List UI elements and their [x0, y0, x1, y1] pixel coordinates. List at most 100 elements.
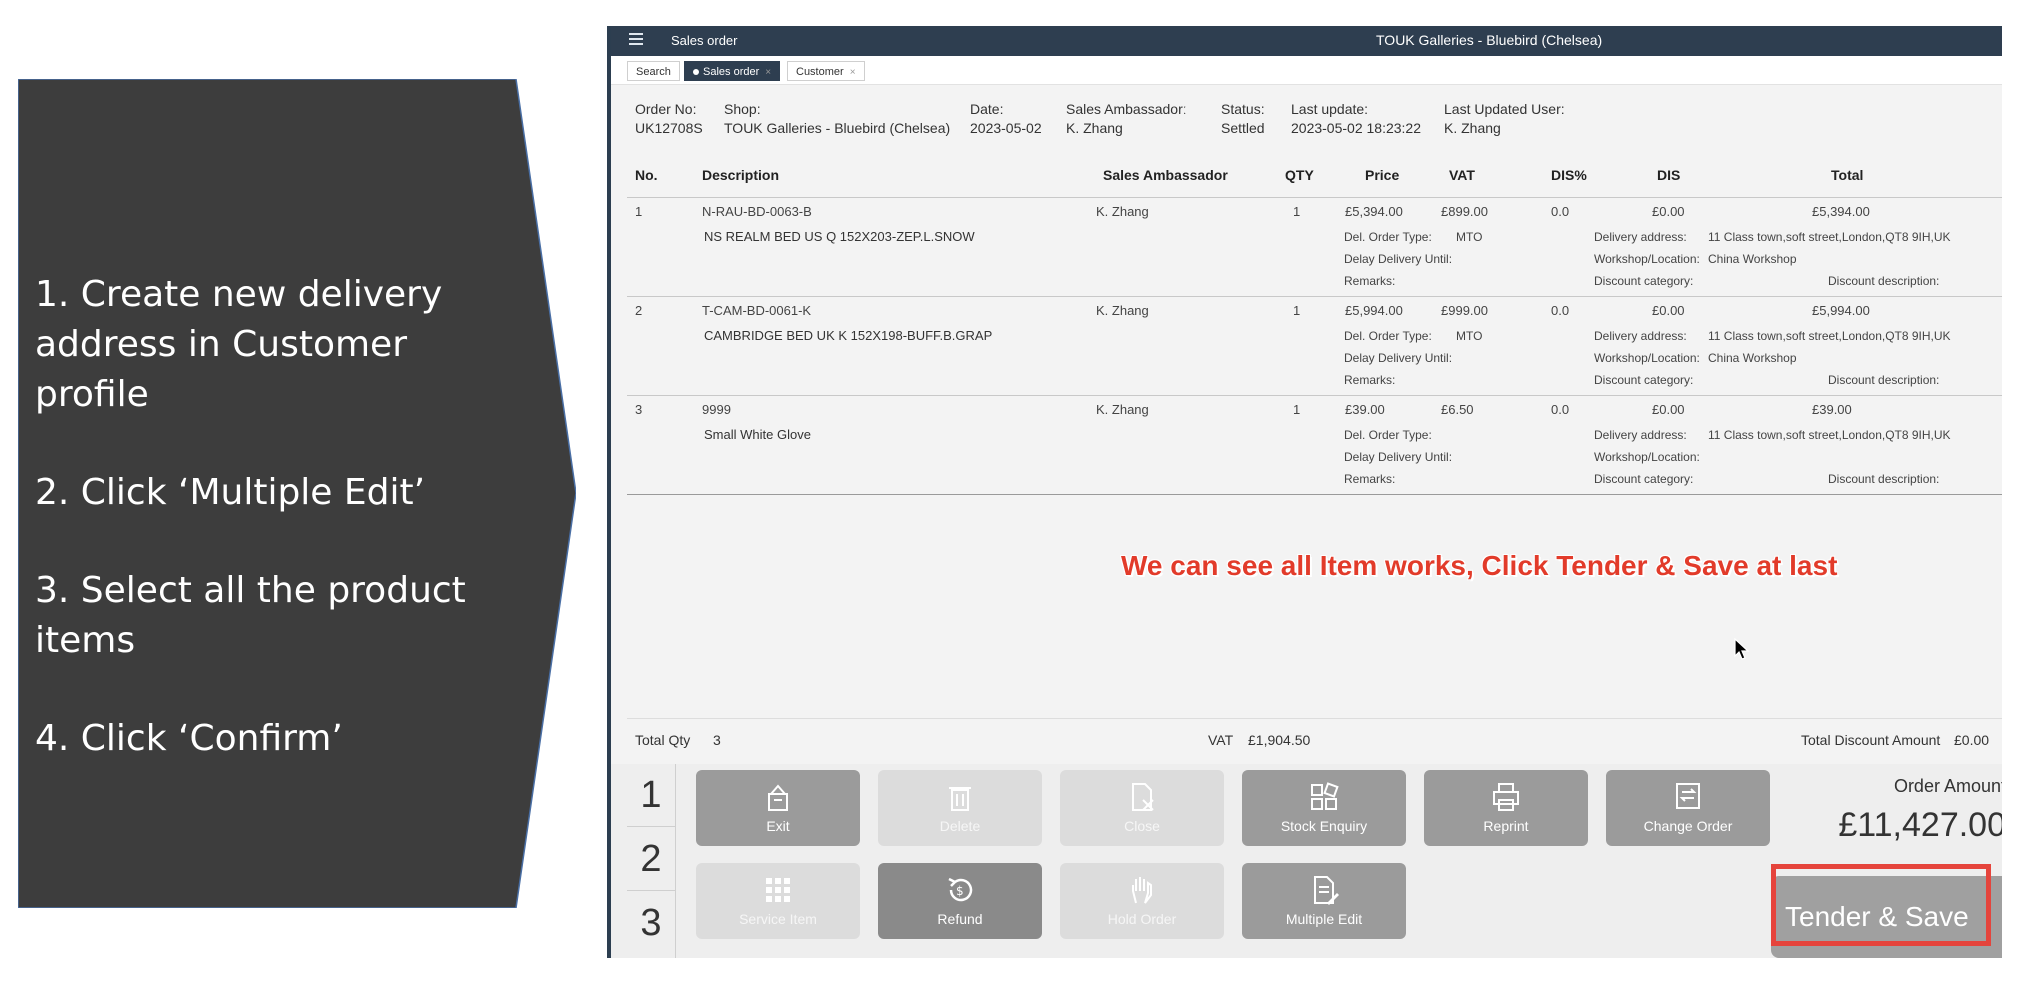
address-label: Delivery address: [1594, 329, 1687, 343]
discount-description-label: Discount description: [1828, 274, 1940, 288]
status-value: Settled [1221, 120, 1265, 136]
item-no: 3 [635, 402, 643, 417]
stock-enquiry-button[interactable]: Stock Enquiry [1242, 770, 1406, 846]
printer-icon [1493, 783, 1519, 811]
item-price: £5,994.00 [1345, 303, 1403, 318]
col-total: Total [1831, 167, 1864, 183]
address-label: Delivery address: [1594, 230, 1687, 244]
address-value: 11 Class town,soft street,London,QT8 9IH… [1708, 329, 1951, 343]
button-label: Hold Order [1107, 911, 1177, 927]
hold-order-button[interactable]: Hold Order [1060, 863, 1224, 939]
menu-icon[interactable] [629, 33, 643, 47]
tab-customer-label: Customer [796, 66, 844, 78]
multiple-edit-button[interactable]: Multiple Edit [1242, 863, 1406, 939]
button-label: Stock Enquiry [1280, 818, 1368, 834]
workshop-value: China Workshop [1708, 351, 1797, 365]
del-type-label: Del. Order Type: [1344, 428, 1432, 442]
close-icon[interactable]: × [765, 67, 771, 78]
last-user-label: Last Updated User: [1444, 101, 1565, 117]
row-divider [627, 494, 2002, 495]
window-title: Sales order [671, 33, 738, 48]
item-no: 2 [635, 303, 643, 318]
tab-sales-order-label: Sales order [703, 66, 760, 78]
shop-value: TOUK Galleries - Bluebird (Chelsea) [724, 120, 951, 136]
status-label: Status: [1221, 101, 1265, 117]
discount-category-label: Discount category: [1594, 373, 1694, 387]
step-1: 1. Create new delivery address in Custom… [35, 274, 443, 415]
address-label: Delivery address: [1594, 428, 1687, 442]
refund-button[interactable]: $ Refund [878, 863, 1042, 939]
exit-button[interactable]: Exit [696, 770, 860, 846]
remarks-label: Remarks: [1344, 274, 1396, 288]
delay-label: Delay Delivery Until: [1344, 252, 1453, 266]
tab-search-label: Search [636, 66, 671, 78]
last-update-value: 2023-05-02 18:23:22 [1291, 120, 1421, 136]
item-qty: 1 [1293, 204, 1301, 219]
ambassador-value: K. Zhang [1066, 120, 1123, 136]
delete-button[interactable]: Delete [878, 770, 1042, 846]
order-amount-value: £11,427.00 [1838, 806, 2002, 844]
reprint-button[interactable]: Reprint [1424, 770, 1588, 846]
item-no: 1 [635, 204, 643, 219]
last-update-block: Last update: 2023-05-02 18:23:22 [1291, 100, 1421, 138]
close-doc-icon [1132, 783, 1154, 811]
row-divider [627, 395, 2002, 396]
item-dis-pct: 0.0 [1551, 402, 1570, 417]
discount-description-label: Discount description: [1828, 373, 1940, 387]
item-vat: £999.00 [1441, 303, 1488, 318]
col-ambassador: Sales Ambassador [1103, 167, 1228, 183]
step-4: 4. Click ‘Confirm’ [35, 718, 343, 759]
shop-label: Shop: [724, 101, 761, 117]
item-dis: £0.00 [1652, 204, 1685, 219]
change-order-icon [1676, 783, 1700, 809]
col-dis: DIS [1657, 167, 1681, 183]
ambassador-label: Sales Ambassadorː [1066, 101, 1187, 117]
close-button[interactable]: Close [1060, 770, 1224, 846]
row-number: 3 [640, 902, 662, 944]
address-value: 11 Class town,soft street,London,QT8 9IH… [1708, 428, 1951, 442]
col-price: Price [1365, 167, 1400, 183]
last-user-block: Last Updated User: K. Zhang [1444, 100, 1565, 138]
tab-customer[interactable]: Customer × [787, 61, 865, 81]
ambassador-block: Sales Ambassadorː K. Zhang [1066, 100, 1187, 138]
item-name: Small White Glove [704, 427, 811, 442]
total-qty-label: Total Qty [635, 732, 691, 748]
workshop-value: China Workshop [1708, 252, 1797, 266]
date-value: 2023-05-02 [970, 120, 1042, 136]
item-total: £5,394.00 [1812, 204, 1870, 219]
vat-total: £1,904.50 [1248, 732, 1311, 748]
service-item-button[interactable]: Service Item [696, 863, 860, 939]
item-ambassador: K. Zhang [1096, 402, 1149, 417]
address-value: 11 Class town,soft street,London,QT8 9IH… [1708, 230, 1951, 244]
grid-icon [766, 878, 790, 902]
item-dis-pct: 0.0 [1551, 303, 1570, 318]
instruction-steps: 1. Create new delivery address in Custom… [35, 270, 525, 812]
highlight-box [1771, 864, 1991, 946]
item-total: £5,994.00 [1812, 303, 1870, 318]
del-type-value: MTO [1456, 329, 1483, 343]
col-vat: VAT [1449, 167, 1475, 183]
item-dis-pct: 0.0 [1551, 204, 1570, 219]
stock-enquiry-icon [1311, 782, 1339, 810]
item-ambassador: K. Zhang [1096, 204, 1149, 219]
shop-block: Shop: TOUK Galleries - Bluebird (Chelsea) [724, 100, 950, 138]
del-type-label: Del. Order Type: [1344, 329, 1432, 343]
change-order-button[interactable]: Change Order [1606, 770, 1770, 846]
shop-title: TOUK Galleries - Bluebird (Chelsea) [1376, 32, 1603, 48]
tab-bar: Search Sales order × Customer × [611, 56, 2002, 85]
button-label: Refund [937, 911, 983, 927]
close-icon[interactable]: × [850, 67, 856, 78]
svg-text:$: $ [956, 884, 964, 898]
last-update-label: Last update: [1291, 101, 1369, 117]
tab-sales-order[interactable]: Sales order × [684, 61, 781, 81]
col-dis-pct: DIS% [1551, 167, 1587, 183]
row-number: 2 [640, 838, 662, 880]
order-no-label: Order No: [635, 101, 697, 117]
item-price: £5,394.00 [1345, 204, 1403, 219]
hand-icon [1132, 877, 1152, 904]
row-divider [627, 296, 2002, 297]
step-2: 2. Click ‘Multiple Edit’ [35, 472, 426, 513]
sales-order-window: Sales order TOUK Galleries - Bluebird (C… [607, 26, 2002, 958]
button-label: Change Order [1643, 818, 1733, 834]
tab-search[interactable]: Search [627, 61, 680, 81]
